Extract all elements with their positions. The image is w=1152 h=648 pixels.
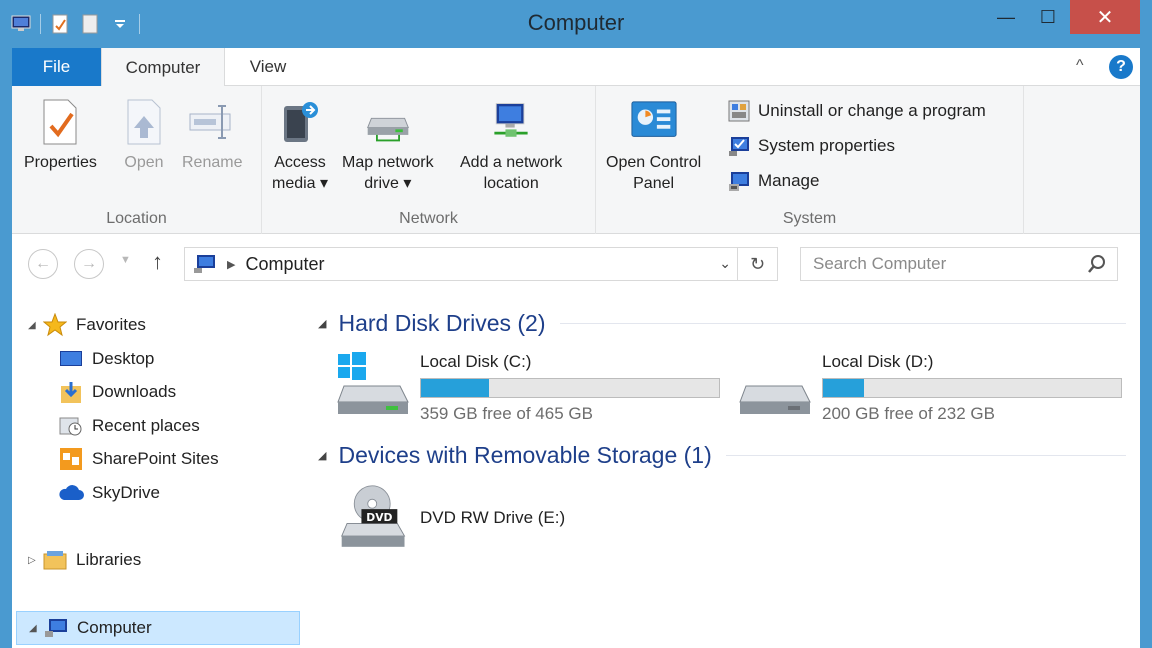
tree-item-desktop[interactable]: Desktop [58, 344, 154, 374]
open-button[interactable]: Open [120, 96, 168, 173]
tree-item-recent-places[interactable]: Recent places [58, 411, 200, 441]
system-group-label: System [782, 210, 837, 227]
search-box[interactable] [800, 247, 1118, 281]
properties-button[interactable]: Properties [24, 96, 97, 173]
usage-bar-fill [421, 379, 489, 397]
cloud-icon [58, 481, 84, 505]
tree-item-downloads[interactable]: Downloads [58, 377, 176, 407]
collapse-ribbon-icon[interactable]: ^ [1076, 57, 1084, 75]
forward-button[interactable]: → [74, 249, 104, 279]
back-button[interactable]: ← [28, 249, 58, 279]
collapse-arrow-icon[interactable]: ◢ [29, 623, 43, 634]
recent-locations-dropdown[interactable]: ▼ [120, 254, 131, 266]
drive-name: Local Disk (C:) [420, 352, 532, 371]
breadcrumb-arrow-icon[interactable]: ▶ [227, 258, 235, 271]
location-group-label: Location [106, 210, 167, 227]
tree-item-favorites[interactable]: ◢ Favorites [28, 310, 146, 340]
desktop-icon [58, 347, 84, 371]
minimize-button[interactable]: — [986, 0, 1026, 34]
ribbon-tabs: File Computer View ^ ? [12, 48, 1140, 87]
tree-item-skydrive[interactable]: SkyDrive [58, 478, 160, 508]
content-area: ◢ Hard Disk Drives (2) Local Disk (C:) 3… [308, 292, 1140, 648]
map-network-drive-button[interactable]: Map network drive ▾ [342, 96, 434, 194]
expand-arrow-icon[interactable]: ▷ [28, 555, 42, 566]
tab-computer[interactable]: Computer [101, 48, 225, 87]
downloads-icon [58, 380, 84, 404]
manage-button[interactable]: Manage [726, 168, 819, 194]
open-icon [120, 96, 168, 148]
close-button[interactable]: ✕ [1070, 0, 1140, 34]
access-media-icon [276, 96, 324, 148]
navigation-pane: ◢ Favorites Desktop Downloads Recent pla… [12, 292, 302, 648]
address-bar[interactable]: ▶ Computer ⌄ [184, 247, 738, 281]
tree-item-computer[interactable]: ◢ Computer [16, 611, 300, 645]
divider [559, 322, 1126, 324]
search-icon[interactable] [1087, 254, 1107, 279]
drive-d[interactable]: Local Disk (D:) 200 GB free of 232 GB [736, 350, 1122, 424]
tab-view[interactable]: View [225, 48, 311, 86]
window-title: Computer [527, 10, 625, 35]
system-properties-icon [726, 133, 752, 159]
tree-item-libraries[interactable]: ▷ Libraries [28, 545, 141, 575]
usage-bar [822, 378, 1122, 398]
network-group: Access media ▾ Map network drive ▾ Add a n… [262, 86, 596, 234]
access-media-button[interactable]: Access media ▾ [272, 96, 328, 194]
navigation-bar: ← → ▼ ↑ ▶ Computer ⌄ ↻ [12, 234, 1140, 292]
usage-bar-fill [823, 379, 865, 397]
location-group: Properties Open Rename Location [12, 86, 262, 234]
network-group-label: Network [399, 210, 458, 227]
breadcrumb[interactable]: Computer [245, 254, 324, 275]
windows-drive-icon [337, 352, 409, 414]
drive-name: Local Disk (D:) [822, 352, 934, 371]
uninstall-program-button[interactable]: Uninstall or change a program [726, 98, 986, 124]
sharepoint-icon [58, 447, 84, 471]
drive-c[interactable]: Local Disk (C:) 359 GB free of 465 GB [334, 350, 720, 424]
up-button[interactable]: ↑ [152, 249, 163, 275]
tab-file[interactable]: File [12, 48, 101, 86]
address-dropdown-icon[interactable]: ⌄ [719, 255, 731, 272]
usage-bar [420, 378, 720, 398]
maximize-button[interactable]: ☐ [1028, 0, 1068, 34]
rename-button[interactable]: Rename [182, 96, 242, 173]
svg-text:DVD: DVD [366, 511, 392, 524]
free-space-text: 200 GB free of 232 GB [822, 404, 995, 423]
open-control-panel-button[interactable]: Open Control Panel [606, 96, 701, 194]
network-drive-icon [364, 96, 412, 148]
help-icon[interactable]: ? [1109, 55, 1133, 79]
programs-icon [726, 98, 752, 124]
computer-icon [193, 253, 219, 275]
window-content: File Computer View ^ ? Properties Open R… [12, 48, 1140, 648]
drive-name: DVD RW Drive (E:) [420, 508, 566, 527]
search-input[interactable] [813, 254, 1073, 274]
collapse-arrow-icon[interactable]: ◢ [318, 317, 326, 330]
ribbon: Properties Open Rename Location Access m… [12, 86, 1140, 234]
star-icon [42, 313, 68, 337]
title-bar[interactable]: Computer — ☐ ✕ [0, 0, 1152, 48]
control-panel-icon [630, 96, 678, 148]
free-space-text: 359 GB free of 465 GB [420, 404, 593, 423]
collapse-arrow-icon[interactable]: ◢ [318, 449, 326, 462]
system-properties-button[interactable]: System properties [726, 133, 895, 159]
refresh-button[interactable]: ↻ [738, 247, 778, 281]
rename-icon [188, 96, 236, 148]
hard-disk-drives-header[interactable]: ◢ Hard Disk Drives (2) [318, 308, 1126, 338]
computer-icon [43, 616, 69, 640]
network-location-icon [487, 96, 535, 148]
divider [725, 454, 1126, 456]
collapse-arrow-icon[interactable]: ◢ [28, 320, 42, 331]
dvd-drive-icon: DVD [341, 485, 406, 547]
properties-icon [36, 96, 84, 148]
drive-e[interactable]: DVD DVD RW Drive (E:) [334, 484, 565, 554]
libraries-icon [42, 548, 68, 572]
hard-drive-icon [739, 385, 811, 414]
removable-storage-header[interactable]: ◢ Devices with Removable Storage (1) [318, 440, 1126, 470]
add-network-location-button[interactable]: Add a network location [460, 96, 562, 194]
recent-places-icon [58, 414, 84, 438]
manage-icon [726, 168, 752, 194]
tree-item-sharepoint-sites[interactable]: SharePoint Sites [58, 444, 219, 474]
